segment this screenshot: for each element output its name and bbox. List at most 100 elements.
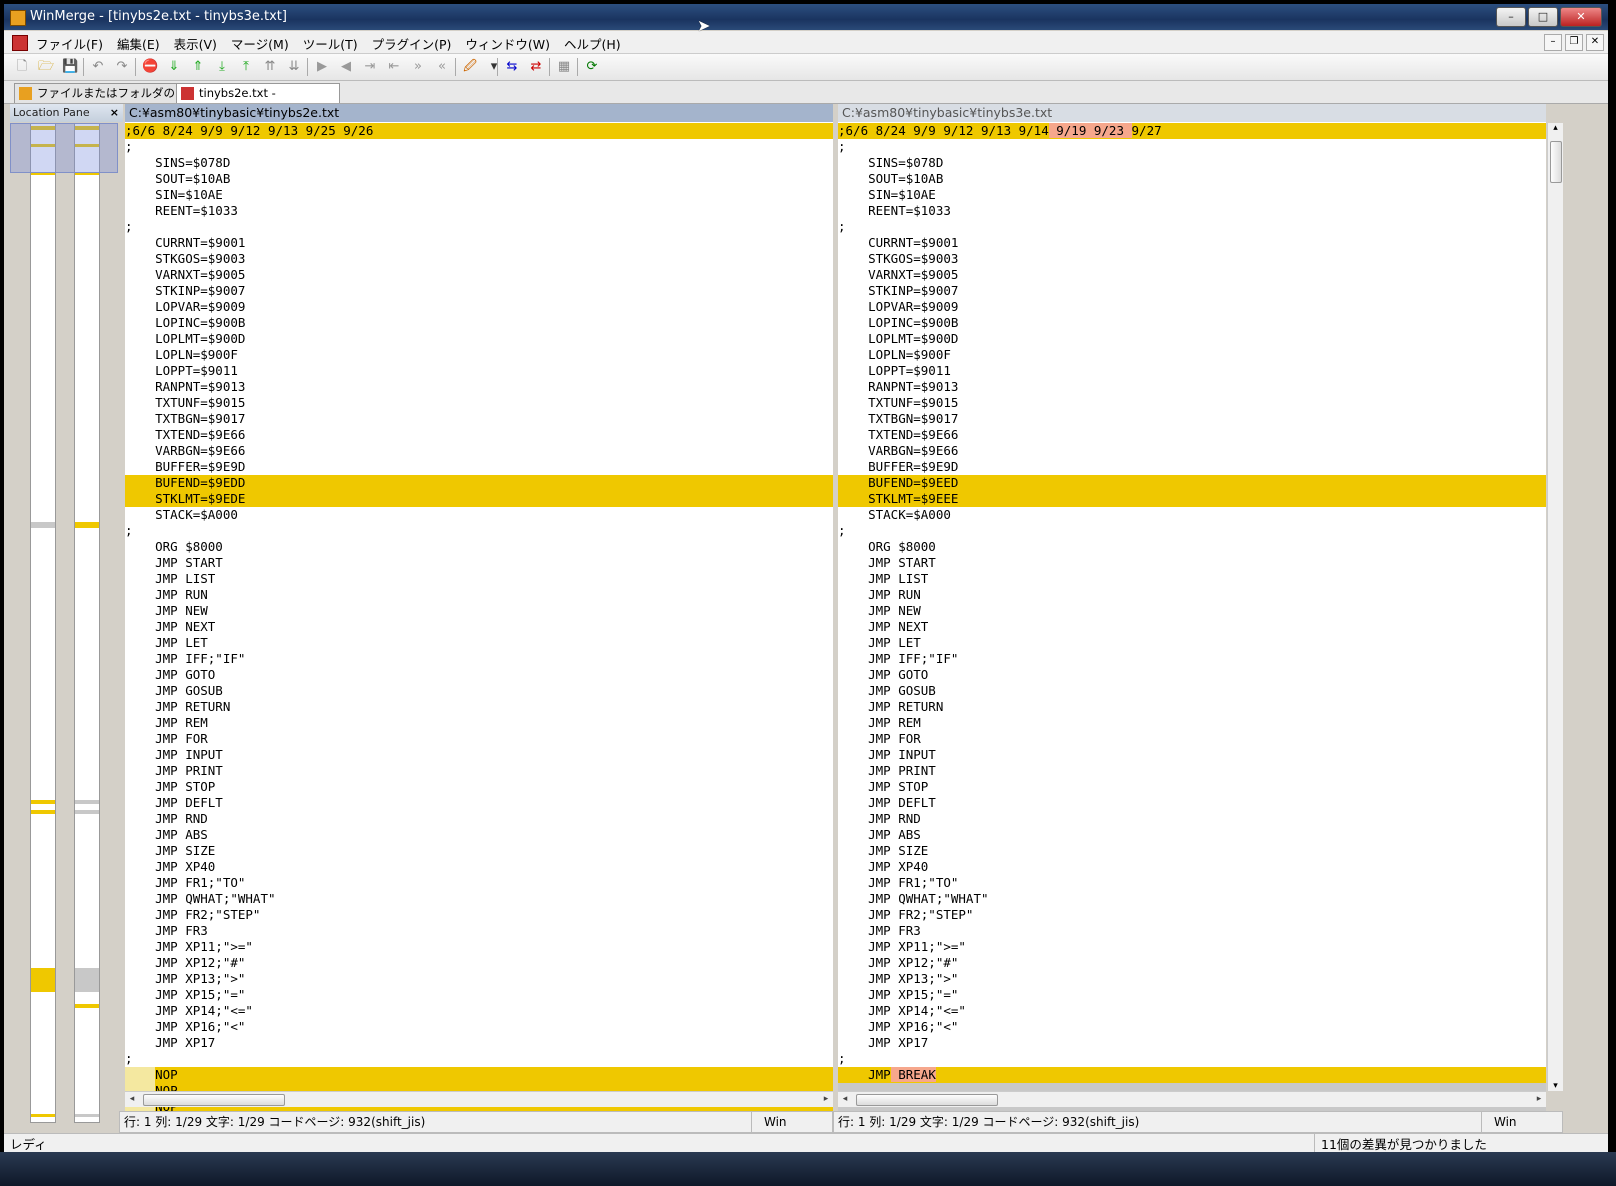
- code-line[interactable]: ;: [838, 1051, 1546, 1067]
- left-code-view[interactable]: ;6/6 8/24 9/9 9/12 9/13 9/25 9/26; SINS=…: [125, 123, 833, 1115]
- code-line[interactable]: REENT=$1033: [838, 203, 1546, 219]
- scroll-thumb[interactable]: [143, 1094, 285, 1106]
- code-line[interactable]: JMP XP14;"<=": [838, 1003, 1546, 1019]
- code-line[interactable]: JMP PRINT: [838, 763, 1546, 779]
- menu-item-7[interactable]: ヘルプ(H): [564, 34, 621, 53]
- code-line[interactable]: JMP QWHAT;"WHAT": [125, 891, 833, 907]
- code-line[interactable]: JMP PRINT: [125, 763, 833, 779]
- right-location-bar[interactable]: [74, 123, 100, 1123]
- code-line[interactable]: JMP RETURN: [838, 699, 1546, 715]
- document-icon[interactable]: [12, 35, 28, 51]
- code-line[interactable]: STKGOS=$9003: [125, 251, 833, 267]
- code-line[interactable]: JMP SIZE: [838, 843, 1546, 859]
- scroll-up-icon[interactable]: ▴: [1548, 123, 1563, 133]
- tab-open-dialog[interactable]: ファイルまたはフォルダの選択...: [14, 83, 186, 119]
- code-line[interactable]: JMP INPUT: [838, 747, 1546, 763]
- code-line[interactable]: ;6/6 8/24 9/9 9/12 9/13 9/14 9/19 9/23 9…: [838, 123, 1546, 139]
- winmerge-app-icon[interactable]: [10, 10, 26, 26]
- code-line[interactable]: ;: [125, 1051, 833, 1067]
- code-line[interactable]: SOUT=$10AB: [838, 171, 1546, 187]
- right-file-pane[interactable]: C:¥asm80¥tinybasic¥tinybs3e.txt ;6/6 8/2…: [838, 104, 1546, 1115]
- code-line[interactable]: JMP NEW: [125, 603, 833, 619]
- mdi-restore-button[interactable]: ❐: [1565, 34, 1583, 51]
- dropdown-icon[interactable]: ▾: [486, 59, 502, 75]
- options-icon[interactable]: 🖉: [462, 59, 478, 75]
- code-line[interactable]: JMP NEXT: [125, 619, 833, 635]
- open-icon[interactable]: 🗁: [38, 59, 54, 75]
- code-line[interactable]: JMP DEFLT: [125, 795, 833, 811]
- code-line[interactable]: CURRNT=$9001: [838, 235, 1546, 251]
- code-line[interactable]: REENT=$1033: [125, 203, 833, 219]
- save-icon[interactable]: 💾: [62, 59, 78, 75]
- left-horizontal-scrollbar[interactable]: ◂ ▸: [125, 1091, 833, 1107]
- code-line[interactable]: JMP XP11;">=": [838, 939, 1546, 955]
- code-line[interactable]: RANPNT=$9013: [838, 379, 1546, 395]
- code-line[interactable]: JMP FR1;"TO": [125, 875, 833, 891]
- code-line[interactable]: LOPLN=$900F: [125, 347, 833, 363]
- code-line[interactable]: STACK=$A000: [125, 507, 833, 523]
- next-diff-icon[interactable]: ⇓: [166, 59, 182, 75]
- code-line[interactable]: JMP QWHAT;"WHAT": [838, 891, 1546, 907]
- code-line[interactable]: JMP FOR: [838, 731, 1546, 747]
- code-line[interactable]: LOPPT=$9011: [838, 363, 1546, 379]
- location-map[interactable]: [10, 123, 123, 1158]
- all-left-icon[interactable]: «: [434, 59, 450, 75]
- code-line[interactable]: TXTBGN=$9017: [838, 411, 1546, 427]
- code-line[interactable]: STKINP=$9007: [125, 283, 833, 299]
- code-line[interactable]: JMP NEXT: [838, 619, 1546, 635]
- code-line[interactable]: JMP XP40: [838, 859, 1546, 875]
- title-bar[interactable]: WinMerge - [tinybs2e.txt - tinybs3e.txt]…: [4, 4, 1608, 30]
- swap-icon[interactable]: ⇄: [528, 59, 544, 75]
- right-horizontal-scrollbar[interactable]: ◂ ▸: [838, 1091, 1546, 1107]
- code-line[interactable]: JMP XP13;">": [838, 971, 1546, 987]
- code-line[interactable]: JMP ABS: [838, 827, 1546, 843]
- diff-marker[interactable]: [75, 1114, 99, 1117]
- code-line[interactable]: STKLMT=$9EEE: [838, 491, 1546, 507]
- refresh-icon[interactable]: ⟳: [584, 59, 600, 75]
- code-line[interactable]: JMP BREAK: [838, 1067, 1546, 1083]
- code-line[interactable]: JMP LIST: [838, 571, 1546, 587]
- prev-diff-icon[interactable]: ⇑: [190, 59, 206, 75]
- next-diff-down-icon[interactable]: ⤓: [214, 59, 230, 75]
- code-line[interactable]: JMP REM: [125, 715, 833, 731]
- code-line[interactable]: JMP GOTO: [125, 667, 833, 683]
- diff-marker[interactable]: [75, 800, 99, 804]
- code-line[interactable]: JMP REM: [838, 715, 1546, 731]
- first-icon[interactable]: ⇈: [262, 59, 278, 75]
- code-line[interactable]: JMP XP16;"<": [838, 1019, 1546, 1035]
- code-line[interactable]: JMP XP15;"=": [125, 987, 833, 1003]
- minimize-button[interactable]: –: [1496, 7, 1526, 27]
- code-line[interactable]: JMP GOTO: [838, 667, 1546, 683]
- code-line[interactable]: JMP FR1;"TO": [838, 875, 1546, 891]
- close-button[interactable]: ✕: [1560, 7, 1602, 27]
- tile-icon[interactable]: ▦: [556, 59, 572, 75]
- copy-right-advance-icon[interactable]: ⇥: [362, 59, 378, 75]
- code-line[interactable]: JMP FR2;"STEP": [125, 907, 833, 923]
- code-line[interactable]: JMP FR3: [838, 923, 1546, 939]
- visible-area-frame[interactable]: [10, 123, 118, 173]
- code-line[interactable]: JMP RUN: [838, 587, 1546, 603]
- left-location-bar[interactable]: [30, 123, 56, 1123]
- code-line[interactable]: JMP XP12;"#": [838, 955, 1546, 971]
- code-line[interactable]: SIN=$10AE: [838, 187, 1546, 203]
- code-line[interactable]: JMP RETURN: [125, 699, 833, 715]
- copy-right-icon[interactable]: ▶: [314, 59, 330, 75]
- code-line[interactable]: ;: [125, 139, 833, 155]
- code-line[interactable]: ;: [125, 219, 833, 235]
- code-line[interactable]: JMP XP14;"<=": [125, 1003, 833, 1019]
- code-line[interactable]: JMP LIST: [125, 571, 833, 587]
- copy-left-icon[interactable]: ◀: [338, 59, 354, 75]
- diff-marker[interactable]: [31, 968, 55, 992]
- code-line[interactable]: LOPVAR=$9009: [838, 299, 1546, 315]
- code-line[interactable]: ;: [838, 523, 1546, 539]
- code-line[interactable]: JMP GOSUB: [838, 683, 1546, 699]
- code-line[interactable]: JMP SIZE: [125, 843, 833, 859]
- code-line[interactable]: SINS=$078D: [838, 155, 1546, 171]
- code-line[interactable]: JMP XP17: [125, 1035, 833, 1051]
- undo-icon[interactable]: ↶: [90, 59, 106, 75]
- code-line[interactable]: JMP START: [838, 555, 1546, 571]
- code-line[interactable]: SOUT=$10AB: [125, 171, 833, 187]
- code-line[interactable]: JMP STOP: [838, 779, 1546, 795]
- code-line[interactable]: ;: [125, 523, 833, 539]
- diff-marker[interactable]: [31, 810, 55, 814]
